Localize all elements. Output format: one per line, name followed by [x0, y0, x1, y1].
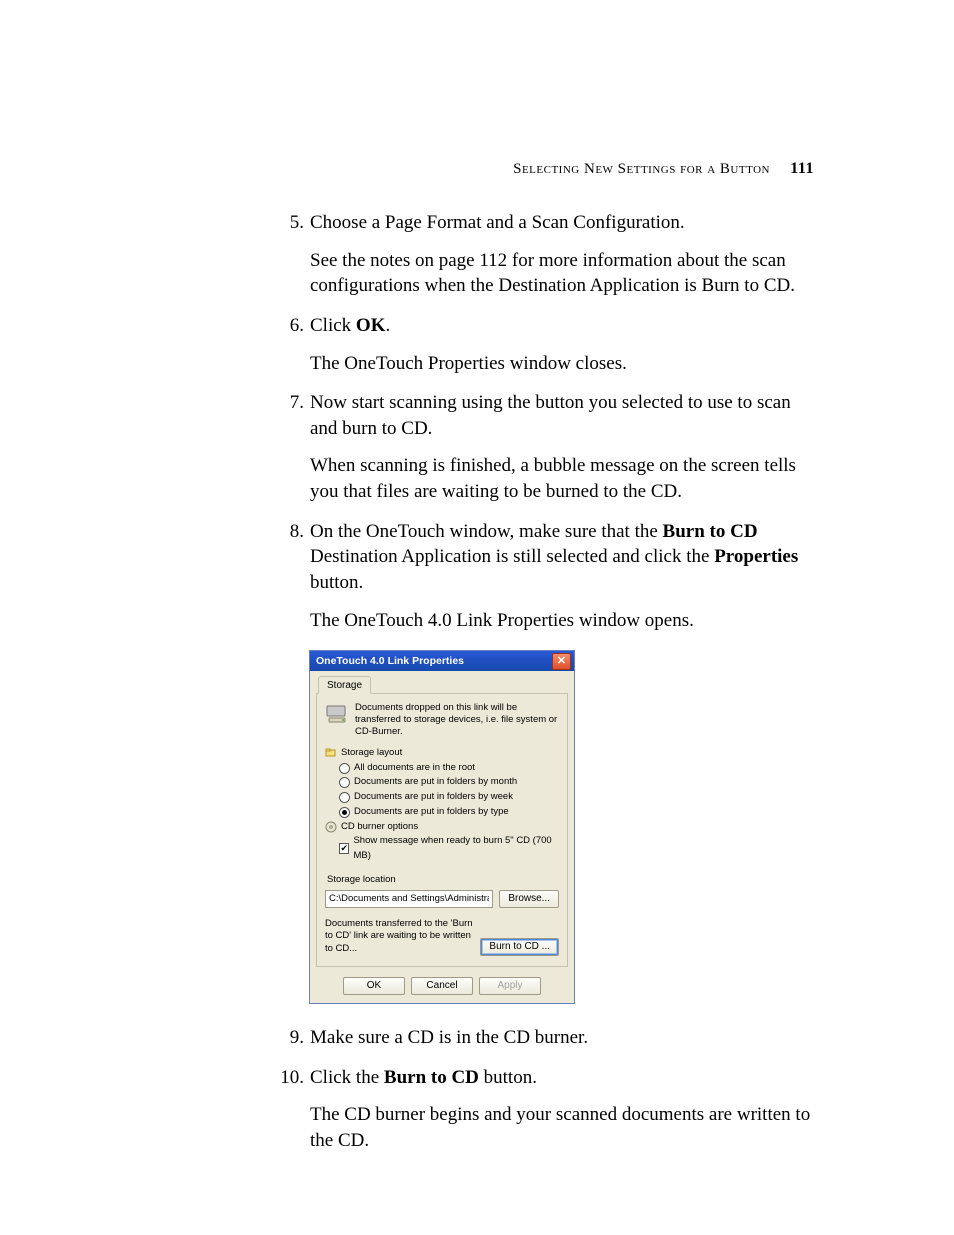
radio-icon[interactable] — [339, 763, 350, 774]
step-para: The OneTouch Properties window closes. — [310, 351, 814, 377]
label: Documents are put in folders by week — [354, 790, 513, 805]
label: CD burner options — [341, 820, 418, 835]
step-text: Click OK. — [310, 315, 390, 336]
burn-to-cd-button[interactable]: Burn to CD ... — [480, 938, 559, 956]
opt-cd-message[interactable]: ✔ Show message when ready to burn 5" CD … — [325, 834, 559, 863]
step-para: The OneTouch 4.0 Link Properties window … — [310, 608, 814, 634]
dialog-info: Documents dropped on this link will be t… — [325, 702, 559, 738]
dialog-footer: OK Cancel Apply — [316, 977, 568, 995]
folder-tree-icon — [325, 747, 337, 759]
storage-location-input[interactable] — [325, 890, 493, 908]
browse-button[interactable]: Browse... — [499, 890, 559, 908]
text: On the OneTouch window, make sure that t… — [310, 521, 663, 542]
opt-month[interactable]: Documents are put in folders by month — [325, 775, 559, 790]
storage-location-label: Storage location — [327, 874, 557, 887]
ok-button[interactable]: OK — [343, 977, 405, 995]
wait-text: Documents transferred to the 'Burn to CD… — [325, 918, 474, 956]
radio-icon[interactable] — [339, 807, 350, 818]
step-10: 10.Click the Burn to CD button. The CD b… — [310, 1065, 814, 1154]
tree-storage-layout: Storage layout — [325, 746, 559, 761]
text: Click — [310, 315, 356, 336]
radio-icon[interactable] — [339, 777, 350, 788]
label: Show message when ready to burn 5" CD (7… — [353, 834, 559, 863]
step-number: 7. — [274, 390, 310, 416]
page-number: 111 — [790, 160, 814, 177]
body-content: 5.Choose a Page Format and a Scan Config… — [310, 210, 814, 1154]
step-number: 6. — [274, 313, 310, 339]
storage-location-row: Browse... — [325, 890, 559, 908]
label: All documents are in the root — [354, 761, 475, 776]
cd-icon — [325, 821, 337, 833]
step-7: 7.Now start scanning using the button yo… — [310, 390, 814, 505]
apply-button[interactable]: Apply — [479, 977, 541, 995]
bold-text: Burn to CD — [663, 521, 758, 542]
opt-type[interactable]: Documents are put in folders by type — [325, 805, 559, 820]
dialog-figure: OneTouch 4.0 Link Properties ✕ Storage D… — [310, 651, 814, 1003]
step-9: 9.Make sure a CD is in the CD burner. — [310, 1025, 814, 1051]
checkbox-icon[interactable]: ✔ — [339, 843, 349, 854]
section-title: Selecting New Settings for a Button — [513, 161, 770, 177]
running-head: Selecting New Settings for a Button 111 — [513, 160, 814, 178]
bold-text: Properties — [714, 546, 798, 567]
label: Documents are put in folders by month — [354, 775, 517, 790]
step-number: 9. — [274, 1025, 310, 1051]
dialog-title: OneTouch 4.0 Link Properties — [316, 654, 552, 668]
step-para: See the notes on page 112 for more infor… — [310, 248, 814, 299]
step-text: Choose a Page Format and a Scan Configur… — [310, 212, 685, 233]
bold-text: Burn to CD — [384, 1067, 479, 1088]
step-number: 8. — [274, 519, 310, 545]
tabstrip: Storage — [316, 675, 568, 694]
opt-week[interactable]: Documents are put in folders by week — [325, 790, 559, 805]
link-properties-dialog: OneTouch 4.0 Link Properties ✕ Storage D… — [310, 651, 574, 1003]
bold-text: OK — [356, 315, 386, 336]
options-tree: Storage layout All documents are in the … — [325, 746, 559, 864]
text: Destination Application is still selecte… — [310, 546, 714, 567]
dialog-titlebar[interactable]: OneTouch 4.0 Link Properties ✕ — [310, 651, 574, 671]
tab-panel: Documents dropped on this link will be t… — [316, 694, 568, 967]
burn-wait-row: Documents transferred to the 'Burn to CD… — [325, 918, 559, 956]
step-text: Make sure a CD is in the CD burner. — [310, 1027, 588, 1048]
manual-page: Selecting New Settings for a Button 111 … — [0, 0, 954, 1235]
step-6: 6.Click OK. The OneTouch Properties wind… — [310, 313, 814, 376]
step-text: On the OneTouch window, make sure that t… — [310, 521, 798, 593]
step-para: When scanning is finished, a bubble mess… — [310, 453, 814, 504]
opt-root[interactable]: All documents are in the root — [325, 761, 559, 776]
dialog-body: Storage Documents dropped on this link w… — [310, 671, 574, 1003]
radio-icon[interactable] — [339, 792, 350, 803]
step-8: 8.On the OneTouch window, make sure that… — [310, 519, 814, 634]
close-icon[interactable]: ✕ — [552, 653, 571, 670]
drive-icon — [325, 702, 349, 726]
step-text: Click the Burn to CD button. — [310, 1067, 537, 1088]
step-number: 5. — [274, 210, 310, 236]
text: Click the — [310, 1067, 384, 1088]
tab-storage[interactable]: Storage — [318, 676, 371, 695]
cancel-button[interactable]: Cancel — [411, 977, 473, 995]
step-text: Now start scanning using the button you … — [310, 392, 791, 439]
text: . — [385, 315, 390, 336]
dialog-info-text: Documents dropped on this link will be t… — [355, 702, 559, 738]
step-para: The CD burner begins and your scanned do… — [310, 1102, 814, 1153]
tree-cd-options: CD burner options — [325, 820, 559, 835]
step-number: 10. — [274, 1065, 310, 1091]
text: button. — [479, 1067, 537, 1088]
label: Documents are put in folders by type — [354, 805, 509, 820]
step-5: 5.Choose a Page Format and a Scan Config… — [310, 210, 814, 299]
text: button. — [310, 572, 363, 593]
label: Storage layout — [341, 746, 402, 761]
